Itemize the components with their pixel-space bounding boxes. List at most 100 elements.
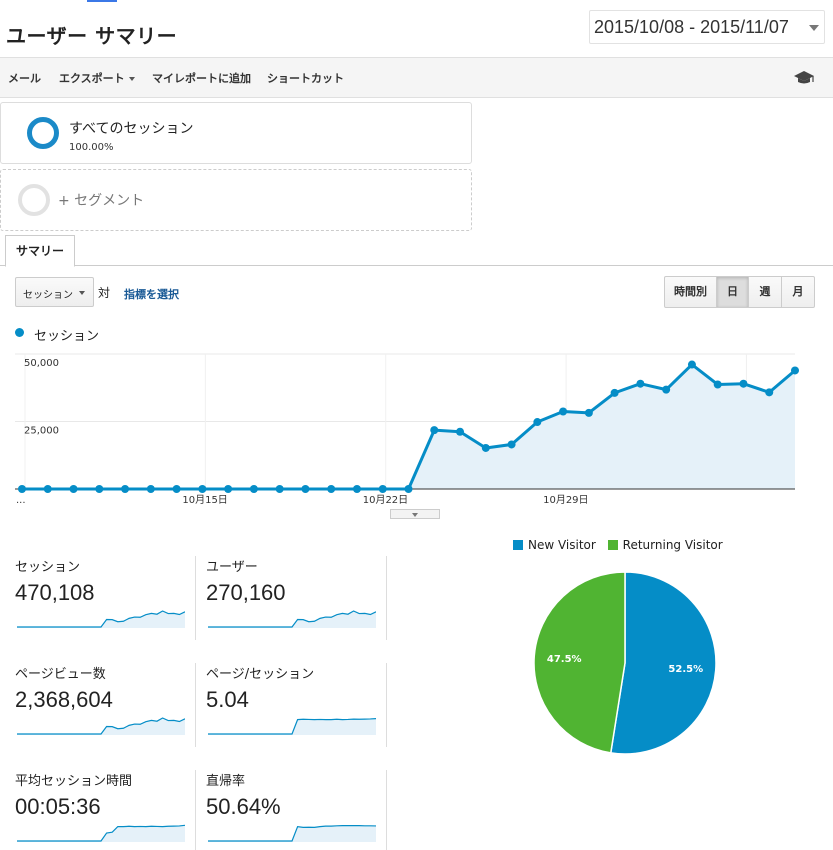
data-point	[610, 388, 619, 397]
x-tick-label: 10月29日	[543, 494, 588, 506]
data-point	[533, 418, 542, 427]
metric-value: 00:05:36	[15, 794, 101, 819]
metric-value: 270,160	[206, 580, 286, 605]
email-button[interactable]: メール	[8, 70, 41, 86]
visitor-type-pie-chart: 52.5% 47.5%	[533, 571, 717, 755]
metric-sparkline	[17, 610, 185, 628]
chevron-down-icon	[128, 77, 135, 81]
data-point	[275, 485, 284, 493]
metric-value: 5.04	[206, 687, 249, 712]
report-header: ユーザー サマリー 2015/10/08 - 2015/11/07	[0, 0, 833, 57]
data-point	[121, 485, 130, 493]
metric-select-value: セッション	[23, 290, 73, 301]
add-segment-button[interactable]: + セグメント	[0, 169, 472, 231]
data-point	[791, 366, 799, 375]
chevron-down-icon	[79, 291, 85, 295]
data-point	[146, 485, 155, 493]
data-point	[172, 485, 181, 493]
data-point	[584, 408, 593, 417]
sparkline-area	[17, 825, 185, 842]
granularity-week[interactable]: 週	[749, 277, 782, 307]
metric-sparkline	[208, 610, 376, 628]
segment-all-sessions[interactable]: すべてのセッション 100.00%	[0, 102, 472, 164]
tab-bar: サマリー	[0, 232, 833, 267]
granularity-hourly[interactable]: 時間別	[665, 277, 717, 307]
data-point	[69, 485, 78, 493]
metric-divider	[386, 663, 387, 747]
segment-percent: 100.00%	[69, 142, 114, 153]
chart-expand-handle[interactable]	[390, 509, 440, 519]
metric-value: 2,368,604	[15, 687, 113, 712]
data-point	[456, 427, 465, 436]
data-point	[198, 485, 207, 493]
shortcut-button[interactable]: ショートカット	[267, 70, 344, 86]
export-label: エクスポート	[59, 72, 125, 85]
metric-card[interactable]: ページ/セッション 5.04	[206, 663, 386, 763]
metric-label: ユーザー	[206, 560, 258, 575]
x-tick-label: 10月22日	[363, 494, 408, 506]
metric-label: セッション	[15, 560, 81, 575]
y-tick-label: 50,000	[24, 358, 59, 369]
tab-summary[interactable]: サマリー	[5, 235, 75, 267]
metric-card[interactable]: ページビュー数 2,368,604	[15, 663, 195, 763]
data-point	[636, 379, 645, 388]
date-range-picker[interactable]: 2015/10/08 - 2015/11/07	[589, 10, 825, 44]
pie-data-label: 52.5%	[668, 664, 703, 675]
metric-divider	[386, 770, 387, 850]
granularity-month[interactable]: 月	[782, 277, 814, 307]
metric-value: 470,108	[15, 580, 95, 605]
metric-divider	[195, 770, 196, 850]
pie-legend: New Visitor Returning Visitor	[513, 538, 731, 552]
report-toolbar: メール エクスポート マイレポートに追加 ショートカット	[0, 57, 833, 98]
sparkline-area	[17, 718, 185, 735]
data-point	[481, 443, 490, 452]
legend-returning-visitor-label: Returning Visitor	[622, 538, 723, 552]
data-point	[559, 407, 568, 416]
legend-new-visitor-label: New Visitor	[528, 538, 596, 552]
chevron-down-icon	[412, 513, 418, 517]
data-point	[662, 385, 671, 394]
export-button[interactable]: エクスポート	[59, 70, 135, 86]
metric-select[interactable]: セッション	[15, 277, 94, 307]
granularity-day[interactable]: 日	[717, 277, 749, 307]
data-point	[327, 485, 336, 493]
data-point	[378, 485, 387, 493]
legend-returning-visitor[interactable]: Returning Visitor	[607, 538, 723, 552]
select-metric-link[interactable]: 指標を選択	[124, 286, 179, 302]
x-tick-label: ...	[16, 495, 26, 506]
metric-sparkline	[208, 718, 376, 735]
legend-swatch	[607, 540, 618, 550]
metric-label: 平均セッション時間	[15, 774, 133, 789]
graduation-cap-icon[interactable]	[793, 69, 815, 87]
date-range-text: 2015/10/08 - 2015/11/07	[594, 17, 789, 37]
data-point	[249, 485, 258, 493]
data-point	[352, 485, 361, 493]
metric-card[interactable]: セッション 470,108	[15, 556, 195, 656]
chevron-down-icon	[809, 25, 819, 31]
metric-sparkline	[17, 824, 185, 842]
metric-divider	[195, 663, 196, 747]
x-tick-label: 10月15日	[182, 494, 227, 506]
metric-card[interactable]: ユーザー 270,160	[206, 556, 386, 656]
metric-label: 直帰率	[206, 774, 246, 789]
data-point	[404, 485, 413, 493]
segment-ring-icon	[27, 117, 59, 149]
sparkline-area	[208, 611, 376, 628]
metric-card[interactable]: 平均セッション時間 00:05:36	[15, 770, 195, 850]
sessions-line-chart: 50,000 25,000... 10月15日 10月22日 10月29日	[15, 353, 799, 506]
data-point	[430, 426, 439, 435]
add-to-dashboard-button[interactable]: マイレポートに追加	[152, 70, 251, 86]
segment-name: すべてのセッション	[69, 121, 194, 137]
granularity-toggle: 時間別 日 週 月	[664, 276, 815, 308]
data-point	[739, 379, 748, 388]
legend-new-visitor[interactable]: New Visitor	[513, 538, 596, 552]
page-title: ユーザー サマリー	[6, 24, 178, 48]
metric-card[interactable]: 直帰率 50.64%	[206, 770, 386, 850]
legend-dot	[15, 328, 24, 337]
data-point	[687, 360, 696, 369]
sparkline-area	[17, 611, 185, 628]
series-area	[22, 364, 795, 489]
add-segment-label: + セグメント	[58, 193, 145, 209]
data-point	[301, 485, 310, 493]
metric-sparkline	[17, 717, 185, 735]
